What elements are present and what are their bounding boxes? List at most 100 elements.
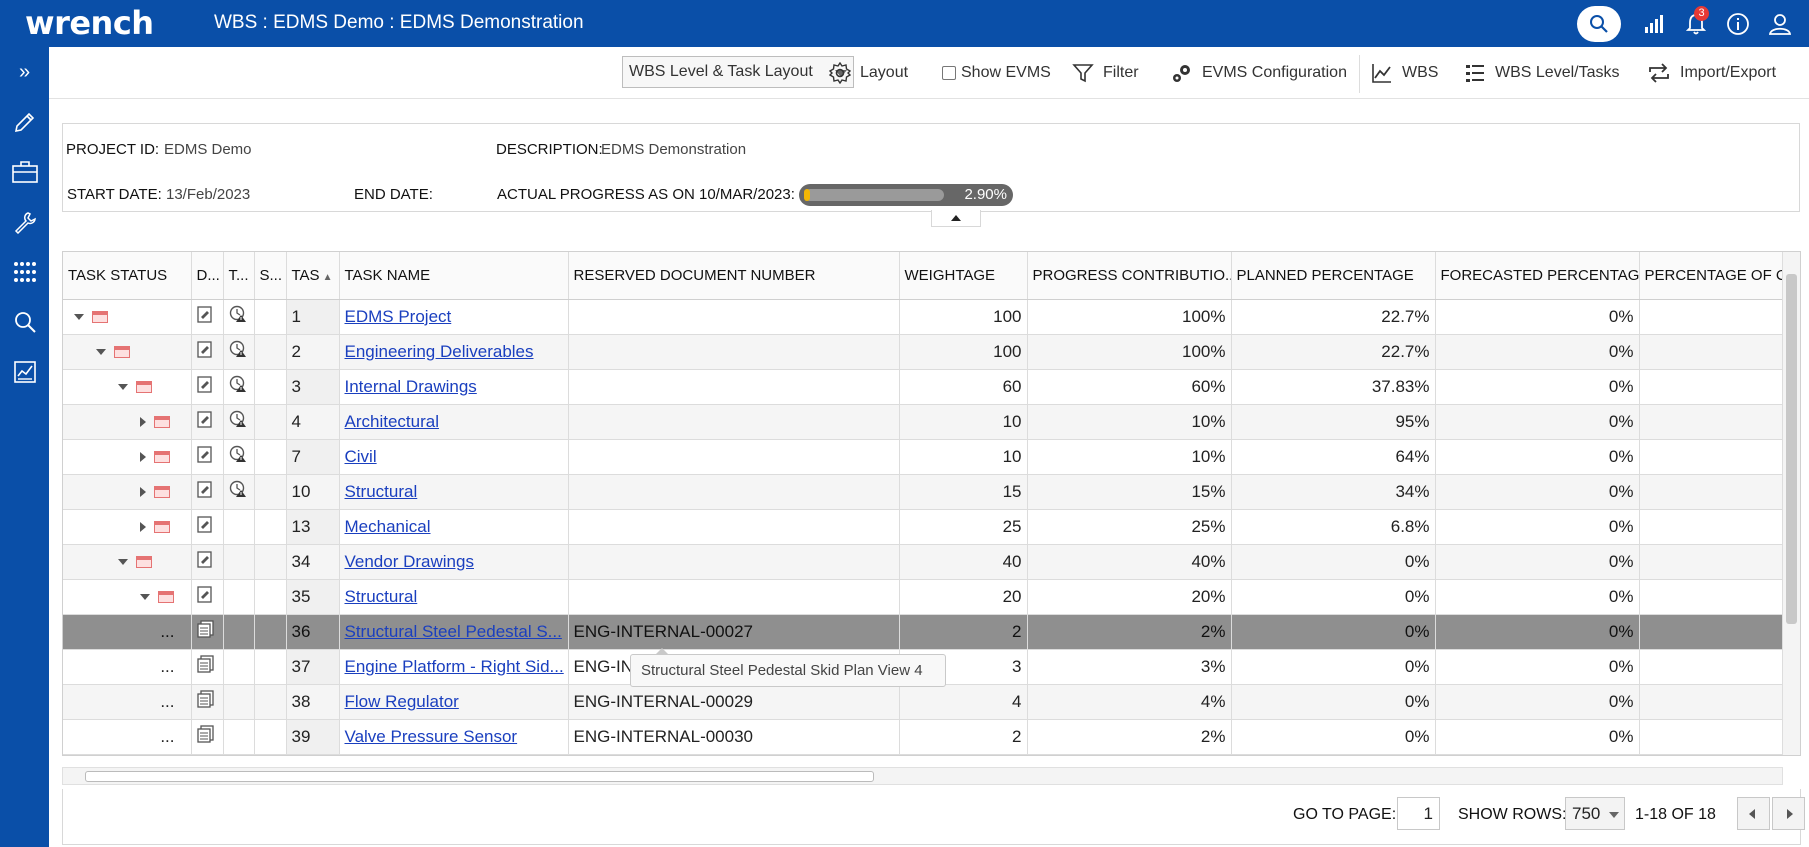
gantt-icon[interactable]	[154, 450, 170, 463]
clock-warning-icon[interactable]	[229, 480, 249, 502]
vertical-scroll-thumb[interactable]	[1786, 274, 1797, 624]
col-header-percentage-of[interactable]: PERCENTAGE OF C	[1639, 252, 1784, 300]
document-icon[interactable]	[196, 586, 213, 607]
col-header-progress-contribution[interactable]: PROGRESS CONTRIBUTIO...	[1027, 252, 1232, 300]
search-icon[interactable]	[1577, 5, 1621, 42]
document-icon[interactable]	[196, 376, 213, 397]
document-icon[interactable]	[196, 725, 215, 747]
collapse-caret-icon[interactable]	[118, 383, 128, 390]
bell-icon[interactable]: 3	[1675, 0, 1717, 47]
table-row[interactable]: 10 Structural 15 15% 34% 0%	[63, 474, 1784, 510]
task-name-link[interactable]: Architectural	[345, 412, 439, 431]
layout-button[interactable]: Layout	[829, 60, 908, 86]
table-row[interactable]: 2 Engineering Deliverables 100 100% 22.7% 0%	[63, 334, 1784, 370]
task-name-link[interactable]: Structural Steel Pedestal S...	[345, 622, 562, 641]
task-name-link[interactable]: Flow Regulator	[345, 692, 459, 711]
task-name-link[interactable]: Engine Platform - Right Sid...	[345, 657, 564, 676]
col-header-weightage[interactable]: WEIGHTAGE	[899, 252, 1028, 300]
document-icon[interactable]	[196, 411, 213, 432]
table-row[interactable]: 7 Civil 10 10% 64% 0%	[63, 439, 1784, 475]
document-icon[interactable]	[196, 690, 215, 712]
document-icon[interactable]	[196, 446, 213, 467]
task-status-ellipsis[interactable]: ...	[160, 657, 174, 676]
task-name-link[interactable]: Civil	[345, 447, 377, 466]
gantt-icon[interactable]	[92, 310, 108, 323]
briefcase-icon[interactable]	[0, 147, 49, 197]
document-icon[interactable]	[196, 341, 213, 362]
expand-caret-icon[interactable]	[140, 486, 146, 497]
gantt-icon[interactable]	[154, 415, 170, 428]
gantt-icon[interactable]	[158, 590, 174, 603]
table-row[interactable]: 35 Structural 20 20% 0% 0%	[63, 579, 1784, 615]
col-header-forecasted[interactable]: FORECASTED PERCENTAGE	[1435, 252, 1640, 300]
clock-warning-icon[interactable]	[229, 445, 249, 467]
col-header-s[interactable]: S...	[254, 252, 287, 300]
task-status-ellipsis[interactable]: ...	[160, 692, 174, 711]
search-icon[interactable]	[0, 297, 49, 347]
col-header-task-name[interactable]: TASK NAME	[339, 252, 569, 300]
collapse-caret-icon[interactable]	[140, 593, 150, 600]
gantt-icon[interactable]	[136, 380, 152, 393]
clock-warning-icon[interactable]	[229, 375, 249, 397]
prev-page-button[interactable]	[1737, 797, 1770, 830]
gantt-icon[interactable]	[136, 555, 152, 568]
document-icon[interactable]	[196, 620, 215, 642]
document-icon[interactable]	[196, 516, 213, 537]
grid-icon[interactable]	[0, 247, 49, 297]
horizontal-scrollbar[interactable]	[62, 767, 1783, 785]
col-header-task-status[interactable]: TASK STATUS	[63, 252, 192, 300]
clock-warning-icon[interactable]	[229, 410, 249, 432]
collapse-caret-icon[interactable]	[96, 348, 106, 355]
table-row[interactable]: 34 Vendor Drawings 40 40% 0% 0%	[63, 544, 1784, 580]
col-header-planned[interactable]: PLANNED PERCENTAGE	[1231, 252, 1436, 300]
collapse-caret-icon[interactable]	[74, 313, 84, 320]
task-name-link[interactable]: Structural	[345, 482, 418, 501]
col-header-task-id[interactable]: TAS ▲	[286, 252, 340, 300]
collapse-panel-button[interactable]	[931, 210, 981, 227]
task-name-link[interactable]: Structural	[345, 587, 418, 606]
filter-button[interactable]: Filter	[1072, 60, 1139, 86]
layout-select[interactable]: WBS Level & Task Layout	[622, 56, 854, 88]
col-header-d[interactable]: D...	[191, 252, 224, 300]
wrench-icon[interactable]	[0, 197, 49, 247]
sidebar-expand-button[interactable]: »	[0, 47, 49, 97]
horizontal-scroll-thumb[interactable]	[85, 771, 874, 782]
document-icon[interactable]	[196, 655, 215, 677]
task-name-link[interactable]: EDMS Project	[345, 307, 452, 326]
user-icon[interactable]	[1759, 0, 1801, 47]
signal-icon[interactable]	[1633, 0, 1675, 47]
document-icon[interactable]	[196, 481, 213, 502]
rows-per-page-select[interactable]: 750	[1565, 797, 1625, 830]
task-name-link[interactable]: Vendor Drawings	[345, 552, 474, 571]
task-status-ellipsis[interactable]: ...	[160, 622, 174, 641]
task-name-link[interactable]: Valve Pressure Sensor	[345, 727, 518, 746]
app-logo[interactable]: wrench	[25, 4, 154, 42]
next-page-button[interactable]	[1772, 797, 1805, 830]
task-name-link[interactable]: Internal Drawings	[345, 377, 477, 396]
col-header-reserved-doc[interactable]: RESERVED DOCUMENT NUMBER	[568, 252, 900, 300]
info-icon[interactable]	[1717, 0, 1759, 47]
table-row[interactable]: 13 Mechanical 25 25% 6.8% 0%	[63, 509, 1784, 545]
expand-caret-icon[interactable]	[140, 416, 146, 427]
task-name-link[interactable]: Mechanical	[345, 517, 431, 536]
wbs-button[interactable]: WBS	[1371, 60, 1438, 86]
wbs-level-tasks-button[interactable]: WBS Level/Tasks	[1464, 60, 1619, 86]
table-row[interactable]: ... 38 Flow Regulator ENG-INTERNAL-00029 4 4%…	[63, 684, 1784, 720]
document-icon[interactable]	[196, 306, 213, 327]
task-name-link[interactable]: Engineering Deliverables	[345, 342, 534, 361]
page-number-input[interactable]: 1	[1397, 797, 1440, 830]
clock-warning-icon[interactable]	[229, 305, 249, 327]
table-row[interactable]: 3 Internal Drawings 60 60% 37.83% 0%	[63, 369, 1784, 405]
table-row[interactable]: ... 39 Valve Pressure Sensor ENG-INTERNAL-0…	[63, 719, 1784, 755]
table-row[interactable]: 4 Architectural 10 10% 95% 0%	[63, 404, 1784, 440]
report-icon[interactable]	[0, 347, 49, 397]
task-status-ellipsis[interactable]: ...	[160, 727, 174, 746]
import-export-button[interactable]: Import/Export	[1647, 60, 1776, 86]
vertical-scrollbar[interactable]	[1782, 252, 1800, 755]
gantt-icon[interactable]	[154, 485, 170, 498]
collapse-caret-icon[interactable]	[118, 558, 128, 565]
checkbox-icon[interactable]	[942, 66, 956, 80]
pencil-icon[interactable]	[0, 97, 49, 147]
expand-caret-icon[interactable]	[140, 451, 146, 462]
gantt-icon[interactable]	[114, 345, 130, 358]
